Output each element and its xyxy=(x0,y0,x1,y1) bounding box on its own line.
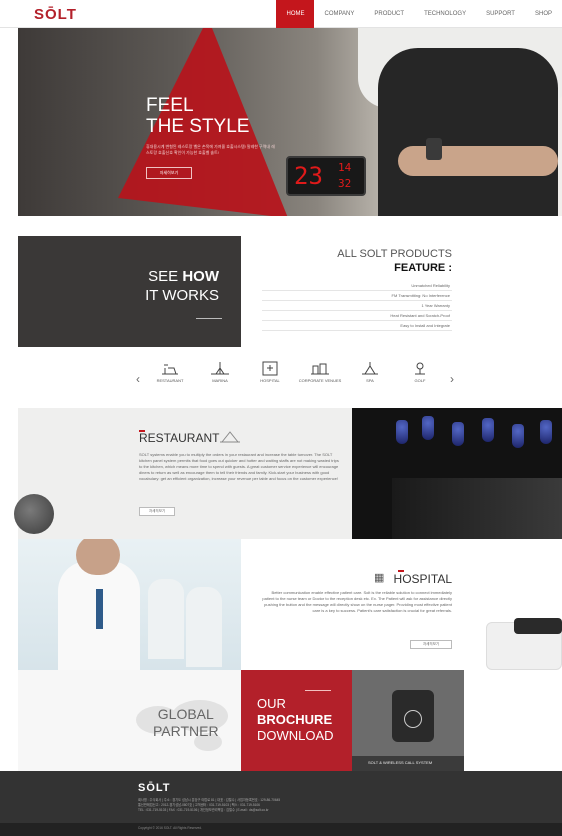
wcs-caption: SOLT & WIRELESS CALL SYSTEM xyxy=(368,760,433,765)
doctor-tie xyxy=(96,589,103,629)
feature-item: 1 Year Warranty xyxy=(262,301,452,311)
feature-item: Easy to Install and Integrate xyxy=(262,321,452,331)
wine-glass xyxy=(422,416,434,440)
site-logo[interactable]: SŌLT xyxy=(34,6,77,23)
wine-glass xyxy=(512,424,524,448)
wireless-call-video-tile[interactable]: SOLT & WIRELESS CALL SYSTEM xyxy=(352,670,464,771)
nav-support[interactable]: SUPPORT xyxy=(476,0,525,28)
restaurant-title: RESTAURANT xyxy=(139,431,220,445)
restaurant-title-icon xyxy=(220,431,240,443)
wine-glass xyxy=(540,420,552,444)
footer-address: 회사명 : 주식회사 | 주소 : 경기도 성남시 분당구 야탑로 81 | 대… xyxy=(138,798,438,813)
hospital-title: HOSPITAL xyxy=(393,572,452,586)
brochure-arrow-line xyxy=(305,690,331,691)
restaurant-photo xyxy=(352,408,562,539)
coaster-pager-image xyxy=(14,494,54,534)
nav-company[interactable]: COMPANY xyxy=(314,0,364,28)
industry-label: GOLF xyxy=(414,378,426,383)
hospital-photo xyxy=(18,539,241,670)
hero-banner: FEEL THE STYLE 휴대용시계 변형된 레스토랑 벨은 손목에 가져올… xyxy=(18,28,562,216)
hero-more-button[interactable]: 자세히보기 xyxy=(146,167,192,179)
nav-product[interactable]: PRODUCT xyxy=(364,0,414,28)
feature-item: FM Transmitting: No Interference xyxy=(262,291,452,301)
brochure-text: OUR BROCHURE DOWNLOAD xyxy=(257,696,334,744)
play-icon[interactable] xyxy=(404,710,422,728)
features-list: Unmatched Reliability FM Transmitting: N… xyxy=(262,281,452,331)
industry-golf[interactable]: GOLF xyxy=(390,360,450,383)
feature-item: Heat Resistant and Scratch-Proof xyxy=(262,311,452,321)
hospital-building-icon: ▦ xyxy=(374,572,385,584)
feature-item: Unmatched Reliability xyxy=(262,281,452,291)
main-nav: HOME COMPANY PRODUCT TECHNOLOGY SUPPORT … xyxy=(276,0,562,28)
hero-description: 휴대용시계 변형된 레스토랑 벨은 손목에 가져올 호출시스템! 말레한 구역내… xyxy=(146,144,275,155)
display-number-main: 23 xyxy=(294,162,323,190)
table-surface xyxy=(392,478,562,539)
how-arrow-line xyxy=(196,318,222,319)
restaurant-icon xyxy=(162,364,178,375)
global-partner-tile[interactable]: GLOBAL PARTNER xyxy=(18,670,241,771)
display-number-top: 14 xyxy=(338,161,352,174)
nav-shop[interactable]: SHOP xyxy=(525,0,562,28)
wcs-caption-band: SOLT & WIRELESS CALL SYSTEM xyxy=(352,756,464,771)
brochure-line3: DOWNLOAD xyxy=(257,728,334,743)
hospital-more-button[interactable]: 자세히보기 xyxy=(410,640,452,649)
how-it-works-title: SEE HOW IT WORKS xyxy=(145,267,219,305)
global-partner-text: GLOBAL PARTNER xyxy=(153,706,219,740)
golf-icon xyxy=(415,362,425,375)
restaurant-section: RESTAURANT SOLT systems enable you to mu… xyxy=(14,408,352,539)
wine-glass xyxy=(452,422,464,446)
background-doctor xyxy=(186,587,222,667)
site-footer: SŌLT 회사명 : 주식회사 | 주소 : 경기도 성남시 분당구 야탑로 8… xyxy=(0,771,562,823)
waiter-apron xyxy=(378,48,558,216)
hero-title-line2: THE STYLE xyxy=(146,116,250,137)
how-it-works-panel[interactable]: SEE HOW IT WORKS xyxy=(18,236,241,347)
global-line1: GLOBAL xyxy=(157,706,214,722)
copyright-text: Copyright © 2016 SOLT. All Rights Reserv… xyxy=(138,826,202,830)
marina-icon xyxy=(211,362,229,375)
how-bold: HOW xyxy=(182,268,219,285)
display-number-bottom: 32 xyxy=(338,177,352,190)
footer-addr-line: TEL : 031-719-5103 | FAX : 031-719-5106 … xyxy=(138,808,269,812)
brochure-line1: OUR xyxy=(257,696,286,711)
waiter-arms xyxy=(398,146,558,176)
hero-title-line1: FEEL xyxy=(146,95,194,116)
hospital-icon xyxy=(262,361,278,376)
nurse-pager-top xyxy=(514,618,562,634)
background-doctor xyxy=(148,579,184,659)
hospital-description: Better communication enable effective pa… xyxy=(262,590,452,613)
call-display-device: 23 14 32 xyxy=(286,156,366,196)
industry-icon-bar: RESTAURANT MARINA HOSPITAL CORPORATE VEN… xyxy=(130,360,460,400)
spa-icon xyxy=(362,362,378,375)
brochure-download-tile[interactable]: OUR BROCHURE DOWNLOAD xyxy=(241,670,352,771)
footer-copyright-bar: Copyright © 2016 SOLT. All Rights Reserv… xyxy=(0,823,562,836)
doctor-head xyxy=(76,539,120,575)
wine-glass xyxy=(396,420,408,444)
watch-pager-image xyxy=(426,138,442,160)
how-prefix: SEE xyxy=(148,268,183,285)
wine-glass xyxy=(482,418,494,442)
how-line2: IT WORKS xyxy=(145,287,219,304)
hero-title: FEEL THE STYLE xyxy=(146,95,249,137)
corporate-icon xyxy=(311,363,329,375)
restaurant-description: SOLT systems enable you to multiply the … xyxy=(139,452,339,481)
global-line2: PARTNER xyxy=(153,723,219,739)
site-header: SŌLT HOME COMPANY PRODUCT TECHNOLOGY SUP… xyxy=(0,0,562,28)
footer-logo: SŌLT xyxy=(138,782,171,794)
features-subtitle: FEATURE : xyxy=(394,262,452,274)
nav-technology[interactable]: TECHNOLOGY xyxy=(414,0,476,28)
restaurant-more-button[interactable]: 자세히보기 xyxy=(139,507,175,516)
nav-home[interactable]: HOME xyxy=(276,0,315,28)
features-title: ALL SOLT PRODUCTS xyxy=(337,248,452,260)
brochure-line2: BROCHURE xyxy=(257,712,333,727)
